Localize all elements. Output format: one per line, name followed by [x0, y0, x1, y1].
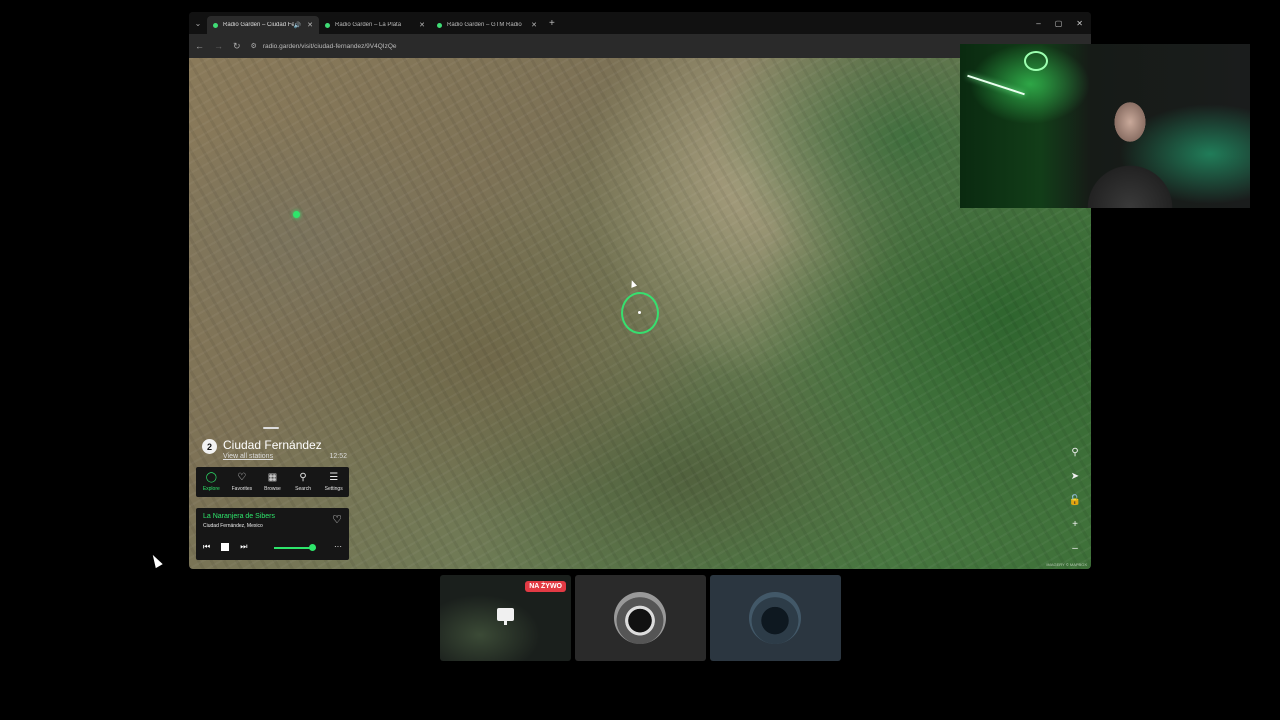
local-time: 12:52 — [329, 453, 347, 460]
previous-icon[interactable]: ⏮ — [203, 542, 210, 552]
ring-center — [638, 311, 641, 314]
live-badge: NA ŻYWO — [525, 581, 566, 592]
playback-controls: ⏮ ⏭ — [203, 542, 247, 552]
tab-bar: ⌄ Radio Garden – Ciudad Fer 🔊 ✕ Radio Ga… — [189, 12, 1091, 34]
station-dot[interactable] — [293, 211, 300, 218]
player-panel: La Naranjera de Sibers Ciudad Fernández,… — [196, 508, 349, 560]
explore-icon: ◯ — [205, 472, 217, 483]
tab-label: Radio Garden – Ciudad Fer — [223, 22, 294, 28]
nav-favorites[interactable]: ♡ Favorites — [227, 467, 258, 497]
tab-close-icon[interactable]: ✕ — [419, 21, 425, 29]
volume-knob[interactable] — [308, 544, 316, 551]
new-tab-button[interactable]: + — [549, 18, 555, 29]
map-controls: ⚲ ➤ 🔓 + – — [1067, 444, 1083, 556]
mouse-cursor-icon — [149, 552, 163, 569]
volume-fill — [274, 547, 312, 549]
radio-garden-favicon-icon — [437, 22, 442, 28]
view-all-stations-link[interactable]: View all stations — [223, 453, 273, 460]
stream-screen: ⌄ Radio Garden – Ciudad Fer 🔊 ✕ Radio Ga… — [0, 0, 1280, 720]
site-info-icon[interactable]: ⚙ — [251, 42, 257, 50]
tab-label: Radio Garden – GTM Radio — [447, 22, 522, 28]
speaker-icon[interactable]: 🔊 — [294, 22, 301, 29]
tab-label: Radio Garden – La Plata — [335, 22, 402, 28]
selected-location-ring — [621, 292, 659, 334]
more-options-icon[interactable]: ··· — [334, 542, 342, 551]
lock-icon[interactable]: 🔓 — [1067, 492, 1083, 508]
reload-icon[interactable]: ↻ — [233, 41, 241, 52]
url-text: radio.garden/visit/ciudad-fernandez/9V4Q… — [262, 42, 397, 50]
next-icon[interactable]: ⏭ — [240, 542, 247, 552]
browser-window: ⌄ Radio Garden – Ciudad Fer 🔊 ✕ Radio Ga… — [189, 12, 1091, 569]
nav-settings[interactable]: ☰ Settings — [318, 467, 349, 497]
avatar — [614, 592, 666, 644]
screen-share-icon — [497, 608, 514, 625]
forward-icon[interactable]: → — [214, 41, 223, 51]
nav-label: Browse — [264, 486, 281, 492]
avatar — [749, 592, 801, 644]
station-location: Ciudad Fernández, Mexico — [203, 523, 263, 529]
nav-search[interactable]: ⚲ Search — [288, 467, 319, 497]
stop-icon[interactable] — [221, 543, 230, 551]
radio-garden-favicon-icon — [325, 22, 330, 28]
nav-explore[interactable]: ◯ Explore — [196, 467, 227, 497]
close-button[interactable]: ✕ — [1076, 19, 1083, 28]
stream-thumbnail-screen[interactable]: NA ŻYWO — [440, 575, 571, 661]
url-field[interactable]: ⚙ radio.garden/visit/ciudad-fernandez/9V… — [251, 42, 397, 51]
heart-icon: ♡ — [237, 472, 247, 483]
map-credit: IMAGERY © MAPBOX — [1046, 562, 1087, 567]
nav-browse[interactable]: ▦ Browse — [257, 467, 288, 497]
back-icon[interactable]: ← — [195, 41, 204, 51]
zoom-in-icon[interactable]: + — [1067, 516, 1083, 532]
tab-close-icon[interactable]: ✕ — [307, 21, 313, 29]
neon-light — [967, 74, 1025, 96]
globe-map[interactable]: ⚲ ➤ 🔓 + – IMAGERY © MAPBOX 2 Ciudad Fern… — [189, 58, 1091, 569]
settings-icon: ☰ — [329, 472, 339, 483]
participant-thumbnail[interactable] — [710, 575, 841, 661]
maximize-button[interactable]: ▢ — [1055, 19, 1063, 28]
search-icon: ⚲ — [299, 472, 307, 483]
nav-label: Favorites — [231, 486, 253, 492]
zoom-out-icon[interactable]: – — [1067, 540, 1083, 556]
station-count-badge: 2 — [202, 439, 217, 454]
locate-icon[interactable]: ➤ — [1067, 468, 1083, 484]
panel-drag-handle[interactable] — [263, 427, 279, 429]
location-header[interactable]: 2 Ciudad Fernández View all stations 12:… — [201, 436, 351, 466]
nav-label: Settings — [324, 486, 343, 492]
minimize-button[interactable]: – — [1036, 19, 1040, 28]
nav-label: Explore — [202, 486, 220, 492]
window-controls: – ▢ ✕ — [1036, 12, 1091, 34]
tab-radio-garden-gtm[interactable]: Radio Garden – GTM Radio ✕ — [431, 16, 543, 34]
tab-radio-garden-ciudad[interactable]: Radio Garden – Ciudad Fer 🔊 ✕ — [207, 16, 319, 34]
tab-search-icon[interactable]: ⌄ — [189, 12, 207, 34]
location-name: Ciudad Fernández — [223, 438, 322, 452]
tab-close-icon[interactable]: ✕ — [531, 21, 537, 29]
nav-label: Search — [295, 486, 311, 492]
streamer — [1080, 88, 1180, 208]
marker-icon[interactable]: ⚲ — [1067, 444, 1083, 460]
volume-slider[interactable] — [274, 544, 316, 551]
station-title[interactable]: La Naranjera de Sibers — [203, 513, 275, 520]
webcam-overlay — [960, 44, 1250, 208]
participant-thumbnail[interactable] — [575, 575, 706, 661]
bottom-nav: ◯ Explore ♡ Favorites ▦ Browse ⚲ Search … — [196, 467, 349, 497]
tab-radio-garden-la-plata[interactable]: Radio Garden – La Plata ✕ — [319, 16, 431, 34]
radio-garden-favicon-icon — [213, 22, 218, 28]
address-bar: ← → ↻ ⚙ radio.garden/visit/ciudad-fernan… — [189, 34, 1091, 58]
map-icon: ▦ — [267, 472, 278, 483]
favorite-heart-icon[interactable]: ♡ — [332, 513, 342, 526]
neon-logo-icon — [1024, 51, 1048, 71]
